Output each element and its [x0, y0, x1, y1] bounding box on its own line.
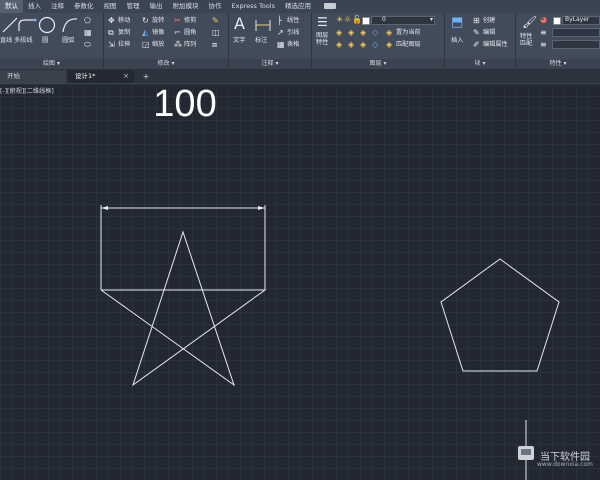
drawing-geometry: [100, 205, 560, 480]
pentagon-shape[interactable]: [440, 258, 560, 372]
dimension-lines[interactable]: [100, 205, 266, 290]
dimension-value[interactable]: 100: [140, 84, 230, 124]
watermark-url: www.downxia.com: [537, 461, 593, 468]
dimension-arrow-left: [101, 206, 108, 210]
star-shape[interactable]: [100, 230, 267, 387]
watermark-logo-icon: [518, 446, 534, 460]
dimension-arrow-right: [258, 206, 265, 210]
